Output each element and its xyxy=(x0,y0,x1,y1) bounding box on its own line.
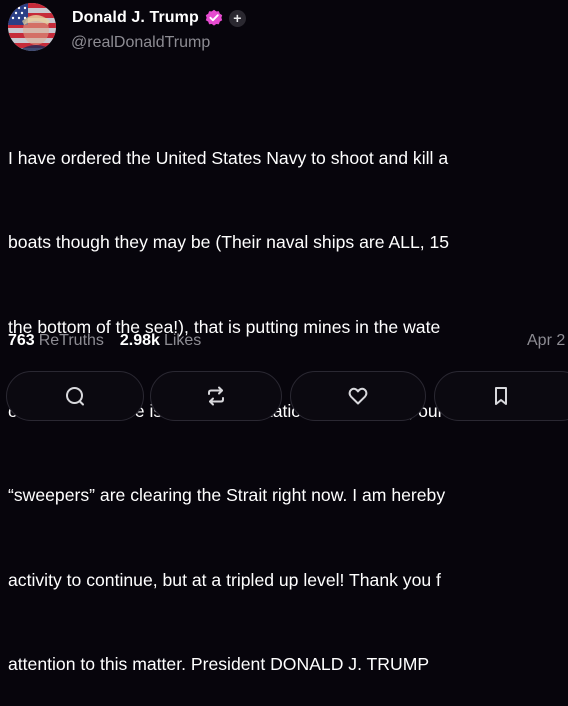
post-text-line: boats though they may be (Their naval sh… xyxy=(8,232,450,253)
heart-icon xyxy=(348,387,368,405)
reply-bubble-icon xyxy=(66,387,84,406)
likes-stat[interactable]: 2.98k Likes xyxy=(120,332,201,350)
post-text-line: attention to this matter. President DONA… xyxy=(8,653,430,674)
avatar[interactable] xyxy=(8,3,56,51)
post-stats: 763 ReTruths 2.98k Likes xyxy=(8,330,201,352)
like-button[interactable] xyxy=(290,371,426,421)
likes-label: Likes xyxy=(163,332,202,349)
retruth-button[interactable] xyxy=(150,371,282,421)
follow-plus-button[interactable]: + xyxy=(228,9,246,27)
plus-icon: + xyxy=(233,10,242,26)
name-row: Donald J. Trump + xyxy=(72,8,246,28)
post-date[interactable]: Apr 2 xyxy=(527,330,565,352)
post-text-line: I have ordered the United States Navy to… xyxy=(8,148,449,169)
bookmark-icon xyxy=(495,387,507,405)
retruths-label: ReTruths xyxy=(38,332,104,349)
post-header: Donald J. Trump + @realDonaldTrump xyxy=(0,0,568,60)
display-name[interactable]: Donald J. Trump xyxy=(72,9,199,27)
post-text-line: “sweepers” are clearing the Strait right… xyxy=(8,485,446,506)
retruth-icon xyxy=(208,386,224,406)
reply-button[interactable] xyxy=(6,371,144,421)
verified-badge-icon xyxy=(205,9,223,26)
user-handle[interactable]: @realDonaldTrump xyxy=(71,34,210,52)
post-text-line: activity to continue, but at a tripled u… xyxy=(8,569,441,590)
likes-count: 2.98k xyxy=(119,332,160,349)
flag-portrait-avatar xyxy=(8,3,56,51)
retruths-count: 763 xyxy=(8,332,35,349)
bookmark-button[interactable] xyxy=(434,371,568,421)
retruths-stat[interactable]: 763 ReTruths xyxy=(8,332,104,350)
